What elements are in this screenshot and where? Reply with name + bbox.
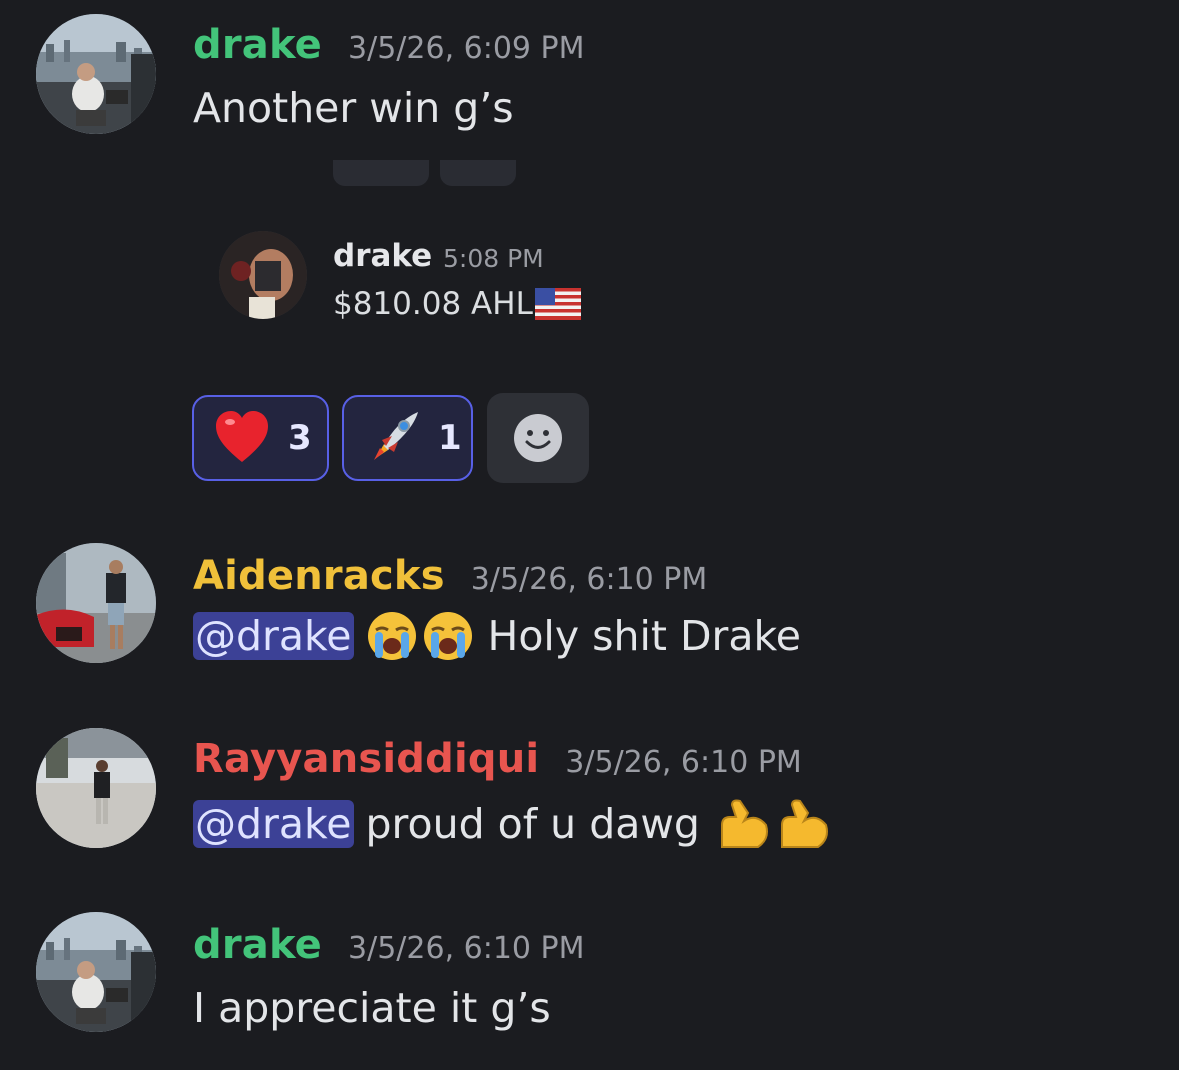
- flexed-biceps-icon: [714, 795, 772, 853]
- message-row: @drake Holy shit Drake: [193, 610, 801, 662]
- message-text: Holy shit Drake: [487, 612, 802, 660]
- us-flag-icon: [534, 288, 581, 320]
- user-mention[interactable]: @drake: [193, 612, 354, 660]
- avatar-aidenracks[interactable]: [36, 543, 156, 663]
- user-mention[interactable]: @drake: [193, 800, 354, 848]
- message-username[interactable]: drake: [193, 22, 322, 68]
- rocket-icon: [362, 408, 422, 468]
- avatar-rayyansiddiqui[interactable]: [36, 728, 156, 848]
- reaction-count: 3: [288, 418, 312, 458]
- avatar-drake[interactable]: [36, 912, 156, 1032]
- add-reaction-button[interactable]: [487, 393, 589, 483]
- crying-face-icon: [366, 610, 418, 662]
- message-username[interactable]: Rayyansiddiqui: [193, 736, 539, 782]
- embed-avatar[interactable]: [219, 231, 307, 319]
- reaction-count: 1: [438, 418, 462, 458]
- message-timestamp: 3/5/26, 6:10 PM: [348, 931, 585, 966]
- message-username[interactable]: drake: [193, 922, 322, 968]
- message-text: proud of u dawg: [365, 800, 700, 848]
- embed-reaction-stub: [333, 160, 429, 186]
- message-row: @drake proud of u dawg: [193, 795, 832, 853]
- reaction-heart[interactable]: 3: [192, 395, 329, 481]
- reaction-rocket[interactable]: 1: [342, 395, 473, 481]
- message-text: Another win g’s: [193, 84, 514, 132]
- flexed-biceps-icon: [774, 795, 832, 853]
- crying-face-icon: [422, 610, 474, 662]
- embed-reaction-stub: [440, 160, 516, 186]
- embed-text: $810.08 AHL: [333, 286, 533, 322]
- embed-text-row: $810.08 AHL: [333, 286, 581, 322]
- embed-timestamp: 5:08 PM: [443, 244, 544, 273]
- heart-icon: [212, 408, 272, 468]
- message-timestamp: 3/5/26, 6:09 PM: [348, 31, 585, 66]
- message-username[interactable]: Aidenracks: [193, 553, 445, 599]
- embed-username[interactable]: drake: [333, 238, 432, 274]
- smiley-icon: [513, 413, 563, 463]
- avatar-drake[interactable]: [36, 14, 156, 134]
- message-text: I appreciate it g’s: [193, 984, 551, 1032]
- message-timestamp: 3/5/26, 6:10 PM: [565, 745, 802, 780]
- message-timestamp: 3/5/26, 6:10 PM: [470, 562, 708, 597]
